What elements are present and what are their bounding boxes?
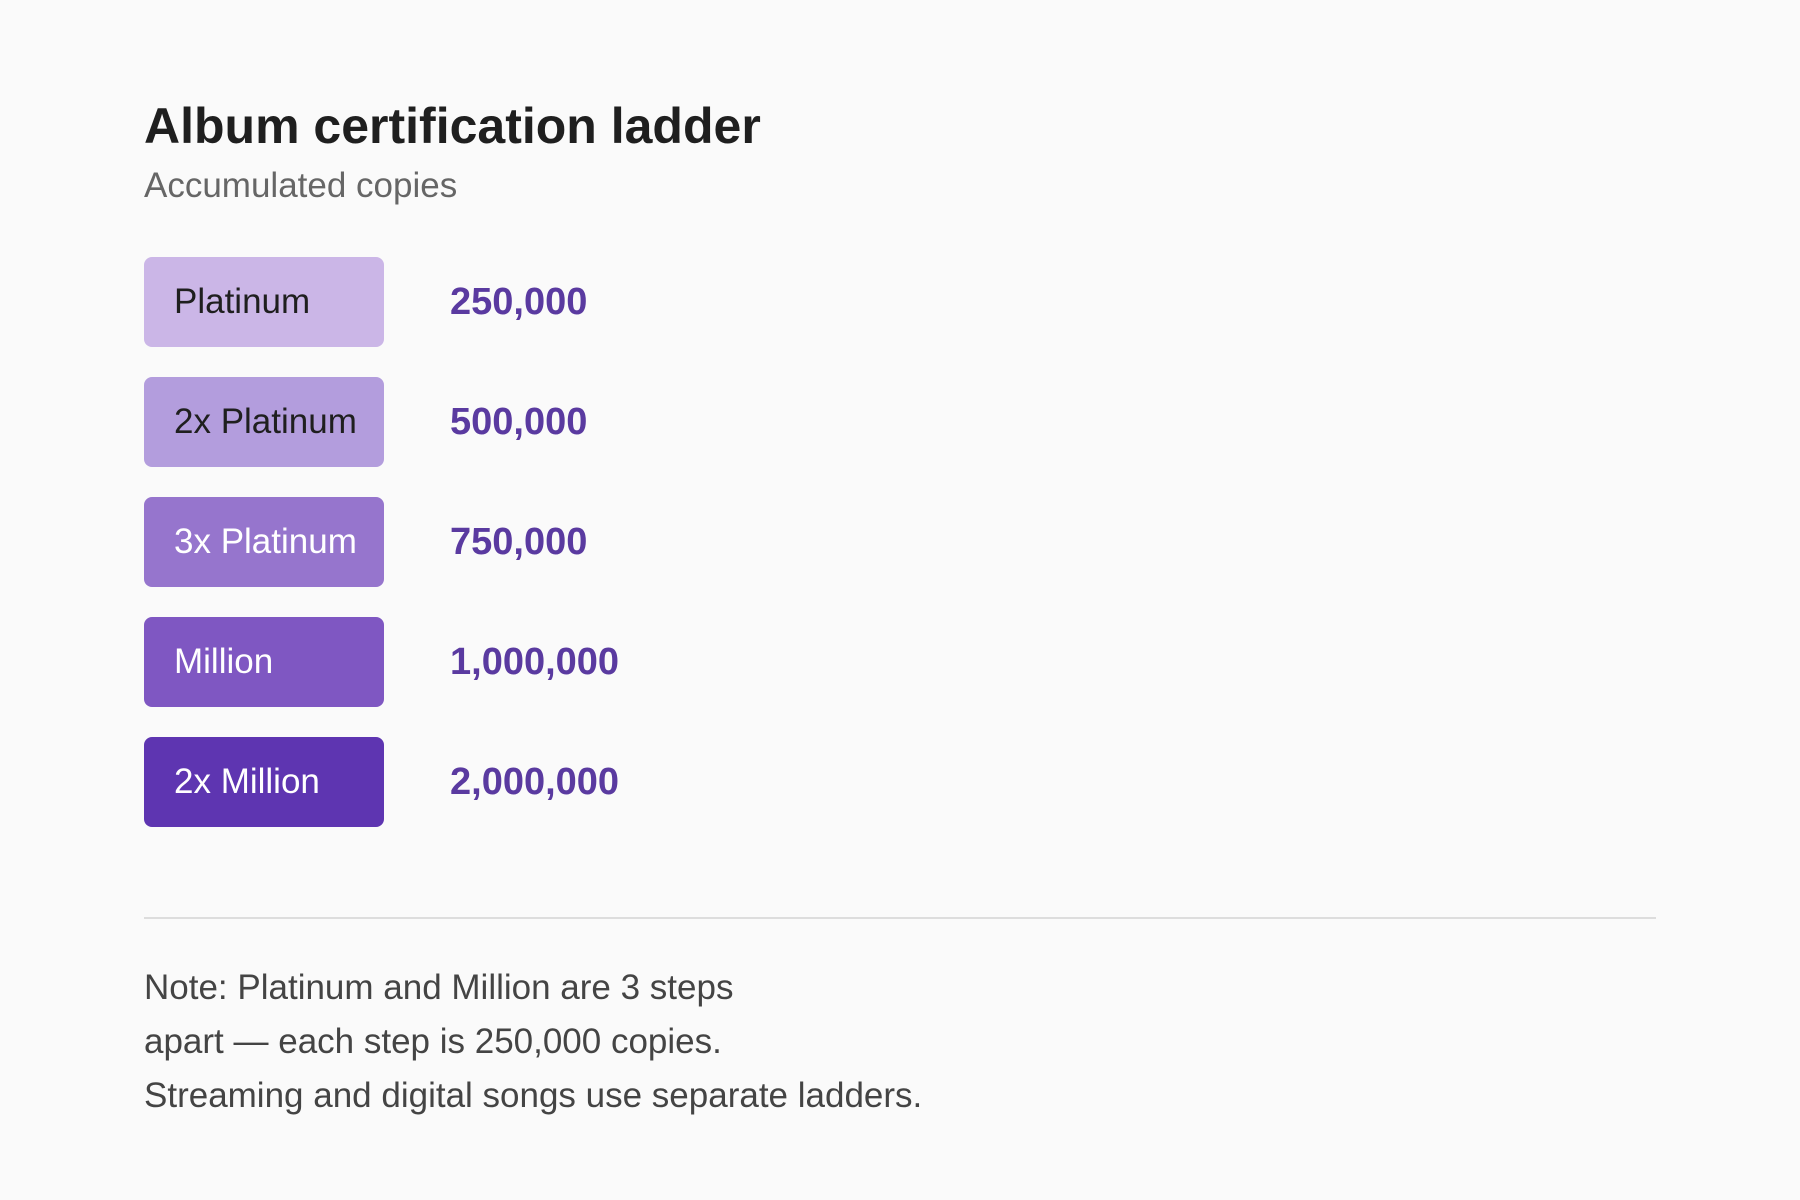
tier-badge-2x-million: 2x Million (144, 737, 384, 827)
tier-value-2x-million: 2,000,000 (450, 760, 620, 803)
divider (144, 917, 1656, 919)
note-text: Note: Platinum and Million are 3 steps a… (144, 961, 1800, 1123)
tier-value-million: 1,000,000 (450, 640, 620, 683)
tier-badge-platinum: Platinum (144, 257, 384, 347)
ladder-row-2x-platinum: 2x Platinum 500,000 (144, 377, 1800, 467)
tier-value-platinum: 250,000 (450, 280, 588, 323)
ladder-row-platinum: Platinum 250,000 (144, 257, 1800, 347)
tier-badge-2x-platinum: 2x Platinum (144, 377, 384, 467)
ladder-row-million: Million 1,000,000 (144, 617, 1800, 707)
ladder-row-2x-million: 2x Million 2,000,000 (144, 737, 1800, 827)
certification-ladder: Platinum 250,000 2x Platinum 500,000 3x … (144, 257, 1800, 827)
tier-badge-3x-platinum: 3x Platinum (144, 497, 384, 587)
page-title: Album certification ladder (144, 98, 761, 154)
tier-value-2x-platinum: 500,000 (450, 400, 588, 443)
tier-value-3x-platinum: 750,000 (450, 520, 588, 563)
tier-badge-million: Million (144, 617, 384, 707)
note-line-3: Streaming and digital songs use separate… (144, 1076, 923, 1115)
note-line-1: Note: Platinum and Million are 3 steps (144, 968, 734, 1007)
note-line-2: apart — each step is 250,000 copies. (144, 1022, 722, 1061)
page-subtitle: Accumulated copies (144, 166, 458, 205)
ladder-row-3x-platinum: 3x Platinum 750,000 (144, 497, 1800, 587)
page: Album certification ladder Accumulated c… (0, 0, 1800, 1200)
